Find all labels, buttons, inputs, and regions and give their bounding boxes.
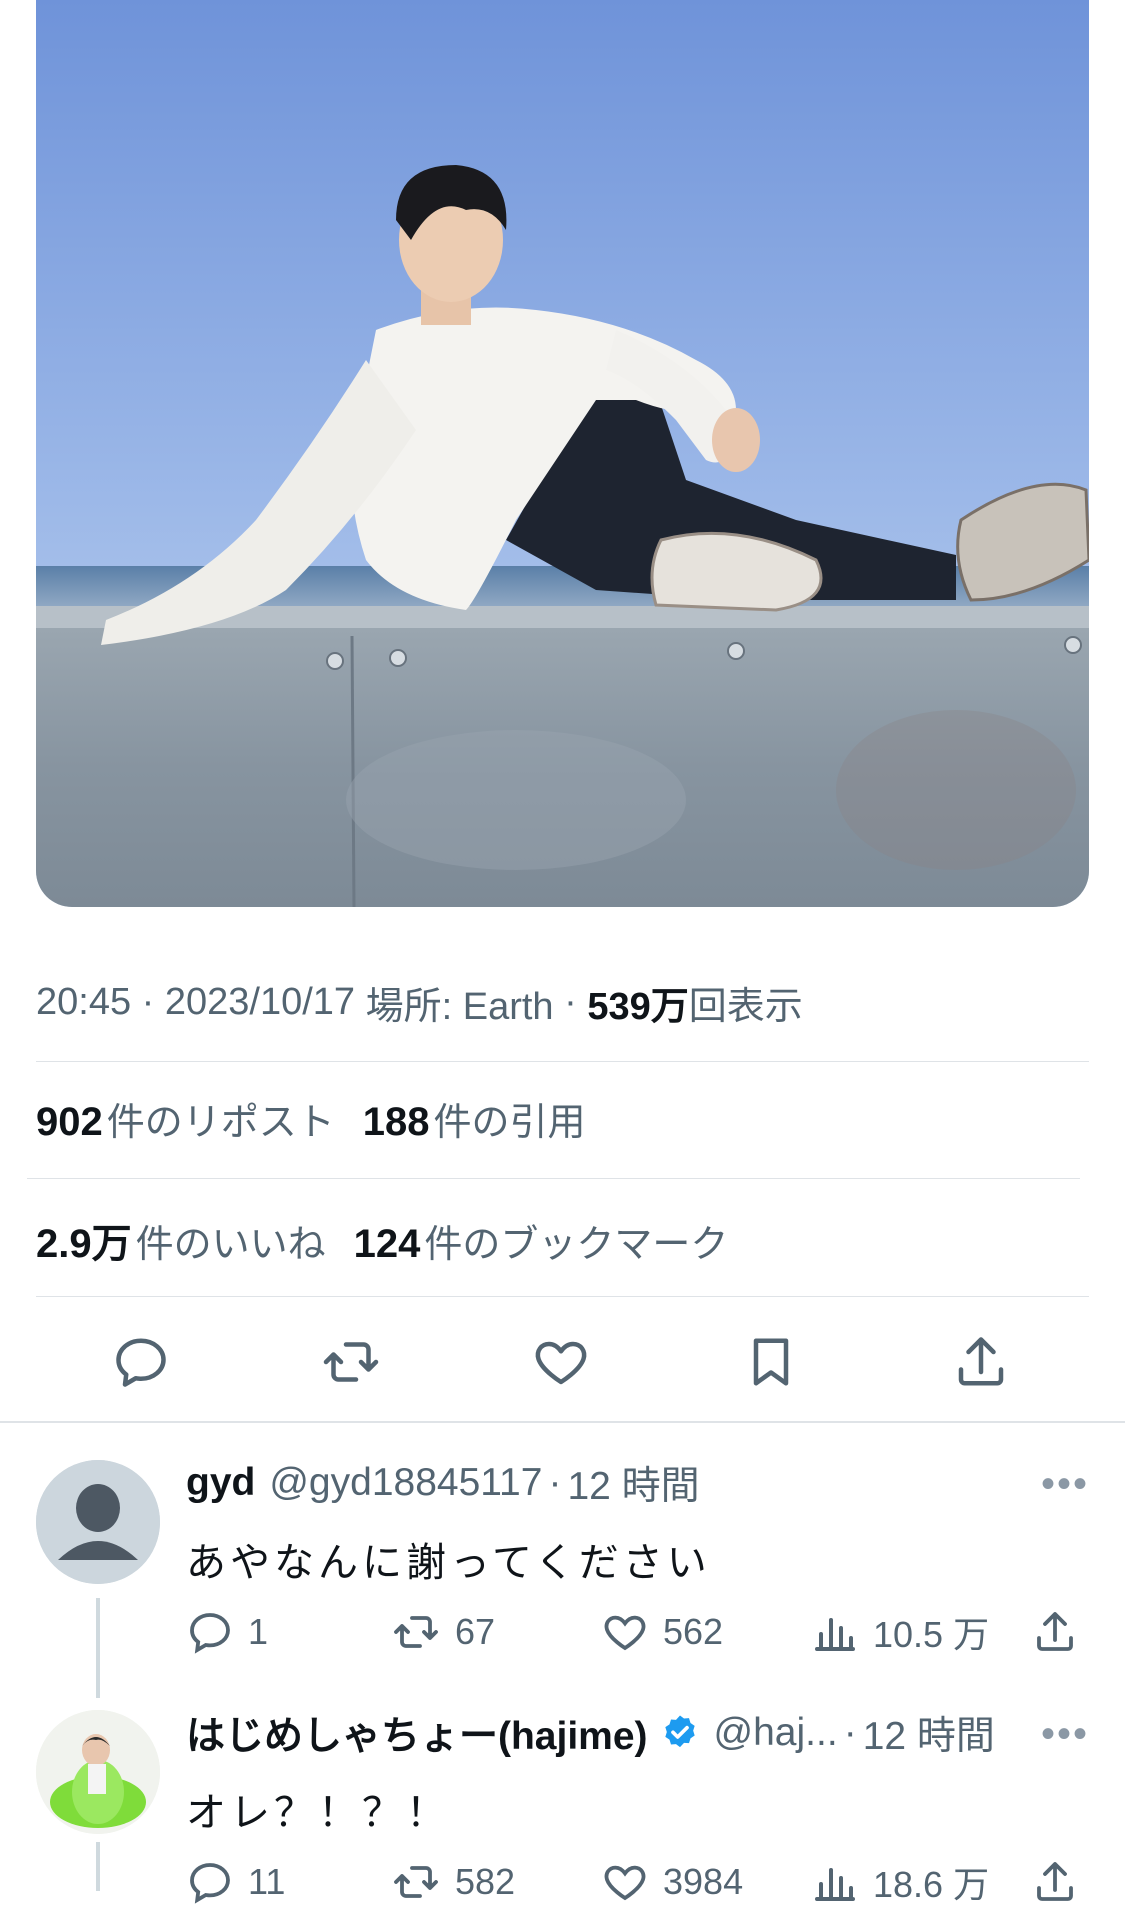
reply-item[interactable]: gyd @gyd18845117 · 12 時間 ••• あやなんに謝ってくださ… (0, 1440, 1125, 1698)
reply-reply-button[interactable]: 11 (186, 1854, 285, 1910)
section-divider (0, 1421, 1125, 1423)
reply-repost-button[interactable]: 582 (391, 1854, 515, 1910)
reply-count: 11 (248, 1861, 286, 1902)
heart-icon (604, 1865, 646, 1901)
views-icon (815, 1868, 855, 1901)
reply-time[interactable]: 12 時間 (863, 1705, 995, 1761)
repost-icon (394, 1866, 438, 1898)
divider (27, 1178, 1080, 1179)
repost-icon (323, 1342, 379, 1382)
repost-count: 582 (455, 1861, 516, 1902)
photo-image (36, 0, 1089, 907)
likes-count: 2.9万 (36, 1222, 132, 1266)
views-count: 539万 (587, 985, 689, 1028)
like-count: 562 (663, 1611, 724, 1652)
reply-icon (116, 1338, 166, 1387)
reply-count: 1 (248, 1611, 269, 1652)
avatar[interactable] (36, 1460, 160, 1584)
default-avatar-icon (36, 1460, 160, 1584)
reply-button[interactable] (101, 1322, 181, 1402)
reposts-label: 件のリポスト (106, 1101, 335, 1144)
likes-label: 件のいいね (135, 1224, 326, 1266)
repost-icon (394, 1616, 438, 1648)
views-label: 回表示 (688, 985, 803, 1028)
thread-line (96, 1598, 100, 1698)
ellipsis-icon: ••• (1040, 1712, 1089, 1756)
reply-repost-button[interactable]: 67 (391, 1604, 495, 1660)
views-icon (815, 1618, 855, 1651)
reply-icon (190, 1613, 230, 1654)
ellipsis-icon: ••• (1040, 1462, 1089, 1506)
reply-action-bar: 1 67 562 10.5 万 (186, 1604, 1086, 1660)
divider (36, 1061, 1089, 1062)
reply-like-button[interactable]: 562 (601, 1604, 723, 1660)
reply-text: あやなんに謝ってください (186, 1541, 711, 1585)
reposts-count: 902 (36, 1099, 103, 1144)
reply-author-handle[interactable]: @gyd18845117 (269, 1461, 542, 1505)
reposts-stat[interactable]: 902 件のリポスト (36, 1091, 335, 1146)
views-count: 10.5 万 (873, 1614, 990, 1655)
bookmark-button[interactable] (731, 1322, 811, 1402)
reply-time[interactable]: 12 時間 (567, 1455, 699, 1511)
reply-text: オレ？！？！ (186, 1791, 450, 1835)
bookmarks-stat[interactable]: 124 件のブックマーク (354, 1213, 729, 1268)
likes-stat[interactable]: 2.9万 件のいいね (36, 1211, 326, 1269)
views-count: 18.6 万 (873, 1864, 990, 1905)
reply-action-bar: 11 582 3984 18.6 万 (186, 1854, 1086, 1910)
bookmarks-count: 124 (353, 1221, 421, 1266)
reply-header: gyd @gyd18845117 · 12 時間 (186, 1456, 700, 1510)
more-options-button[interactable]: ••• (1041, 1462, 1089, 1507)
reply-author-name[interactable]: gyd (186, 1461, 255, 1505)
quotes-count: 188 (362, 1099, 430, 1144)
quotes-label: 件の引用 (433, 1101, 586, 1144)
reply-reply-button[interactable]: 1 (186, 1604, 268, 1660)
stats-row-reposts: 902 件のリポスト 188 件の引用 (36, 1088, 586, 1148)
tweet-meta: 20:45 · 2023/10/17 場所: Earth · 539万 回表示 (36, 976, 803, 1028)
tweet-time: 20:45 (36, 980, 132, 1023)
reply-like-button[interactable]: 3984 (601, 1854, 743, 1910)
stats-row-likes: 2.9万 件のいいね 124 件のブックマーク (36, 1210, 728, 1270)
thread-line (96, 1842, 100, 1891)
quotes-stat[interactable]: 188 件の引用 (363, 1091, 586, 1146)
tweet-photo[interactable] (36, 0, 1089, 907)
reply-item[interactable]: はじめしゃちょー(hajime) @haj... · 12 時間 ••• オレ？… (0, 1690, 1125, 1905)
reply-views-button[interactable]: 10.5 万 (811, 1604, 989, 1660)
like-button[interactable] (521, 1322, 601, 1402)
hajime-avatar-icon (36, 1710, 160, 1834)
bookmark-icon (753, 1338, 789, 1386)
share-icon (1037, 1612, 1073, 1651)
reply-header: はじめしゃちょー(hajime) @haj... · 12 時間 (186, 1706, 995, 1760)
heart-icon (604, 1615, 646, 1651)
reply-share-button[interactable] (1031, 1854, 1079, 1910)
share-icon (1037, 1862, 1073, 1901)
repost-button[interactable] (311, 1322, 391, 1402)
verified-badge-icon (660, 1713, 700, 1753)
reply-author-name[interactable]: はじめしゃちょー(hajime) (186, 1705, 648, 1761)
reply-icon (190, 1863, 230, 1904)
avatar[interactable] (36, 1710, 160, 1834)
tweet-date: 2023/10/17 (164, 980, 356, 1023)
repost-count: 67 (455, 1611, 496, 1652)
tweet-action-bar (0, 1322, 1125, 1402)
share-button[interactable] (941, 1322, 1021, 1402)
reply-share-button[interactable] (1031, 1604, 1079, 1660)
share-icon (958, 1337, 1004, 1386)
divider (36, 1296, 1089, 1297)
bookmarks-label: 件のブックマーク (424, 1223, 729, 1266)
like-count: 3984 (663, 1861, 744, 1902)
heart-icon (535, 1341, 587, 1385)
more-options-button[interactable]: ••• (1041, 1712, 1089, 1757)
reply-author-handle[interactable]: @haj... (714, 1711, 838, 1755)
reply-views-button[interactable]: 18.6 万 (811, 1854, 989, 1910)
tweet-location[interactable]: 場所: Earth (366, 975, 554, 1030)
